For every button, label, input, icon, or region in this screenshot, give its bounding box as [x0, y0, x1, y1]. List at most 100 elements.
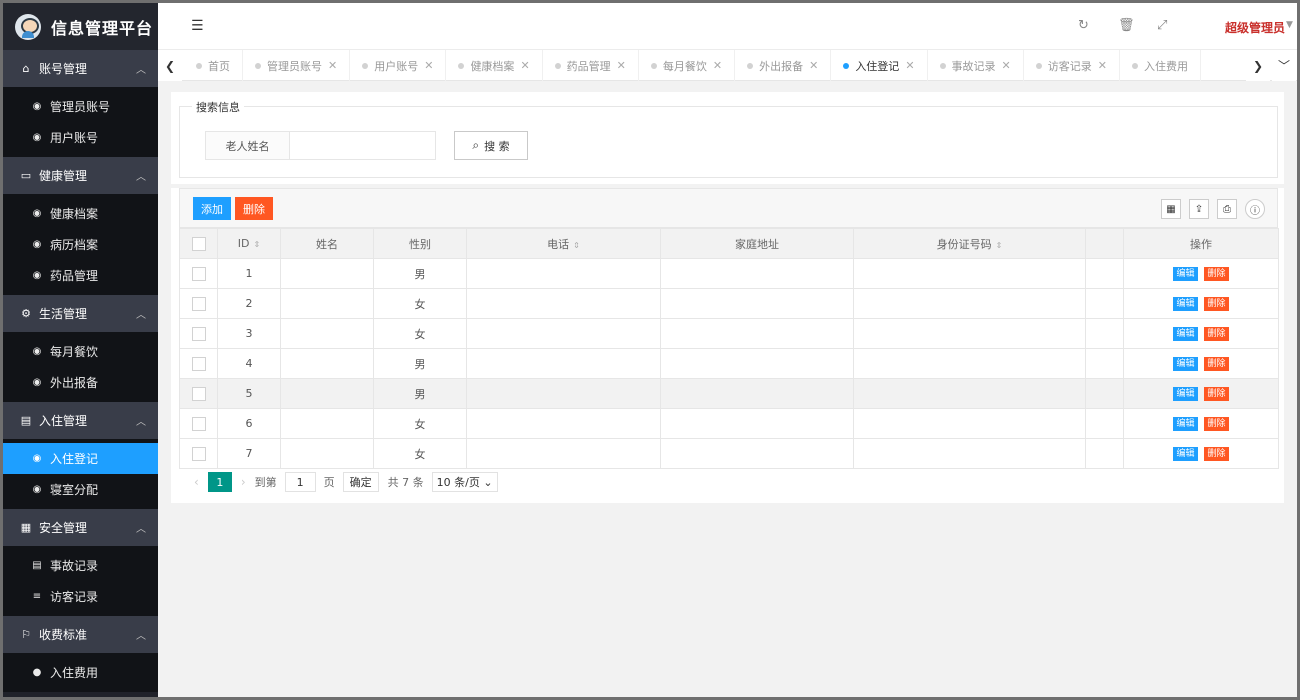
- table-icon: ▤: [32, 560, 42, 571]
- cell-spacer: [1085, 408, 1124, 439]
- nav-group-items: ▤ 事故记录 ≡ 访客记录: [3, 546, 158, 616]
- sidebar-item-health-records[interactable]: ◉ 健康档案: [3, 198, 158, 229]
- nav-group-label: 账号管理: [39, 62, 88, 76]
- row-delete-button[interactable]: 删除: [1204, 327, 1229, 341]
- col-id[interactable]: ID ⇕: [217, 228, 281, 259]
- caret-down-icon[interactable]: ▼: [1286, 20, 1293, 30]
- row-checkbox[interactable]: [191, 386, 206, 401]
- tab-outing[interactable]: 外出报备 ✕: [735, 50, 832, 81]
- tab-accidents[interactable]: 事故记录 ✕: [928, 50, 1024, 81]
- close-icon[interactable]: ✕: [713, 59, 722, 72]
- admin-user-name[interactable]: 超级管理员: [1225, 19, 1285, 36]
- close-icon[interactable]: ✕: [520, 59, 529, 72]
- name-search-input[interactable]: [289, 131, 436, 160]
- tab-admin-accounts[interactable]: 管理员账号 ✕: [243, 50, 351, 81]
- tab-bar: ❮ 首页 管理员账号 ✕ 用户账号 ✕ 健康档案 ✕ 药品管理 ✕ 每月餐饮 ✕ 外出报备…: [158, 50, 1297, 81]
- row-checkbox[interactable]: [191, 416, 206, 431]
- tab-health-records[interactable]: 健康档案 ✕: [446, 50, 543, 81]
- sidebar-item-accidents[interactable]: ▤ 事故记录: [3, 550, 158, 581]
- close-icon[interactable]: ✕: [617, 59, 626, 72]
- print-icon[interactable]: ⎙: [1217, 199, 1237, 219]
- row-checkbox[interactable]: [191, 296, 206, 311]
- cell-phone: [466, 318, 661, 349]
- current-page-button[interactable]: 1: [207, 472, 232, 492]
- row-checkbox[interactable]: [191, 326, 206, 341]
- sidebar-item-admin-accounts[interactable]: ◉ 管理员账号: [3, 91, 158, 122]
- row-checkbox[interactable]: [191, 266, 206, 281]
- tab-medicine[interactable]: 药品管理 ✕: [543, 50, 639, 81]
- row-delete-button[interactable]: 删除: [1204, 297, 1229, 311]
- tab-user-accounts[interactable]: 用户账号 ✕: [350, 50, 447, 81]
- sort-icon[interactable]: ⇕: [254, 240, 261, 249]
- tab-home[interactable]: 首页: [184, 50, 243, 81]
- sidebar-item-user-accounts[interactable]: ◉ 用户账号: [3, 122, 158, 153]
- fullscreen-icon[interactable]: ⤢: [1157, 18, 1167, 33]
- nav-group-head-health[interactable]: ▭ 健康管理 ︿: [3, 157, 158, 194]
- tab-scroll-right-icon[interactable]: ❯: [1246, 50, 1270, 81]
- sidebar-item-visitors[interactable]: ≡ 访客记录: [3, 581, 158, 612]
- close-icon[interactable]: ✕: [1002, 59, 1011, 72]
- info-icon[interactable]: ⓘ: [1245, 199, 1265, 219]
- tab-checkin-fees[interactable]: 入住费用: [1120, 50, 1201, 81]
- row-delete-button[interactable]: 删除: [1204, 267, 1229, 281]
- row-delete-button[interactable]: 删除: [1204, 447, 1229, 461]
- row-delete-button[interactable]: 删除: [1204, 357, 1229, 371]
- close-icon[interactable]: ✕: [809, 59, 818, 72]
- next-page-icon[interactable]: ›: [241, 475, 246, 489]
- logo: 信息管理平台: [3, 3, 158, 50]
- row-delete-button[interactable]: 删除: [1204, 387, 1229, 401]
- tab-label: 首页: [208, 59, 230, 73]
- sidebar-item-outing[interactable]: ◉ 外出报备: [3, 367, 158, 398]
- sidebar-item-room-assignment[interactable]: ◉ 寝室分配: [3, 474, 158, 505]
- trash-icon[interactable]: 🗑: [1118, 18, 1135, 33]
- sidebar-item-checkin-fees[interactable]: ● 入住费用: [3, 657, 158, 688]
- add-button[interactable]: 添加: [193, 197, 231, 220]
- prev-page-icon[interactable]: ‹: [194, 475, 199, 489]
- menu-toggle-icon[interactable]: ☰: [191, 18, 204, 34]
- close-icon[interactable]: ✕: [1098, 59, 1107, 72]
- tab-checkin-registration[interactable]: 入住登记 ✕: [831, 50, 928, 81]
- row-checkbox[interactable]: [191, 446, 206, 461]
- goto-confirm-button[interactable]: 确定: [342, 472, 379, 492]
- close-icon[interactable]: ✕: [328, 59, 337, 72]
- edit-button[interactable]: 编辑: [1173, 417, 1198, 431]
- tab-menu-chevron-down-icon[interactable]: ﹀: [1272, 50, 1296, 81]
- nav-group-head-life[interactable]: ⚙ 生活管理 ︿: [3, 295, 158, 332]
- page-size-select[interactable]: 10 条/页 ⌄: [431, 472, 498, 492]
- cell-name: [280, 258, 374, 289]
- refresh-icon[interactable]: ↻: [1078, 18, 1089, 33]
- row-delete-button[interactable]: 删除: [1204, 417, 1229, 431]
- sidebar-item-meals[interactable]: ◉ 每月餐饮: [3, 336, 158, 367]
- close-icon[interactable]: ✕: [905, 59, 914, 72]
- goto-page-input[interactable]: 1: [284, 472, 316, 492]
- edit-button[interactable]: 编辑: [1173, 327, 1198, 341]
- sort-icon[interactable]: ⇕: [573, 241, 580, 250]
- edit-button[interactable]: 编辑: [1173, 267, 1198, 281]
- row-checkbox[interactable]: [191, 356, 206, 371]
- tab-scroll-left-icon[interactable]: ❮: [158, 50, 182, 81]
- export-icon[interactable]: ⇪: [1189, 199, 1209, 219]
- sort-icon[interactable]: ⇕: [996, 241, 1003, 250]
- tab-dot: [554, 62, 561, 69]
- nav-group-head-checkin[interactable]: ▤ 入住管理 ︿: [3, 402, 158, 439]
- nav-group-head-account[interactable]: ⌂ 账号管理 ︿: [3, 50, 158, 87]
- select-all-checkbox[interactable]: [191, 236, 206, 251]
- col-idcard[interactable]: 身份证号码 ⇕: [853, 228, 1086, 259]
- close-icon[interactable]: ✕: [424, 59, 433, 72]
- sidebar-item-medicine[interactable]: ◉ 药品管理: [3, 260, 158, 291]
- edit-button[interactable]: 编辑: [1173, 357, 1198, 371]
- search-button[interactable]: ⌕ 搜 索: [454, 131, 528, 160]
- edit-button[interactable]: 编辑: [1173, 447, 1198, 461]
- edit-button[interactable]: 编辑: [1173, 297, 1198, 311]
- edit-button[interactable]: 编辑: [1173, 387, 1198, 401]
- nav-group-head-safety[interactable]: ▦ 安全管理 ︿: [3, 509, 158, 546]
- col-phone[interactable]: 电话 ⇕: [466, 228, 661, 259]
- coin-icon: ●: [32, 667, 42, 678]
- tab-visitors[interactable]: 访客记录 ✕: [1024, 50, 1120, 81]
- delete-button[interactable]: 删除: [235, 197, 273, 220]
- sidebar-item-medical-records[interactable]: ◉ 病历档案: [3, 229, 158, 260]
- tab-meals[interactable]: 每月餐饮 ✕: [639, 50, 736, 81]
- sidebar-item-checkin-registration[interactable]: ◉ 入住登记: [3, 443, 158, 474]
- columns-icon[interactable]: ▦: [1161, 199, 1181, 219]
- nav-group-head-fees[interactable]: ⚐ 收费标准 ︿: [3, 616, 158, 653]
